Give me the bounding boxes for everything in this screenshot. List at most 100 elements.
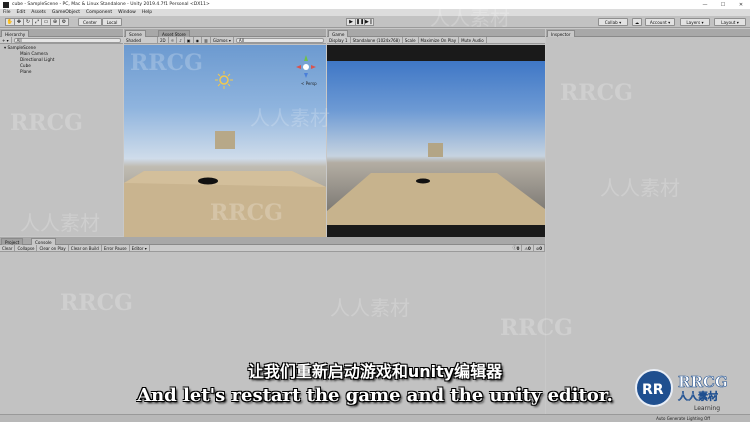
effects-toggle-icon[interactable]: ▣: [185, 36, 194, 44]
step-icon[interactable]: ▶❙: [364, 18, 374, 26]
tab-inspector[interactable]: Inspector: [547, 30, 575, 37]
2d-toggle[interactable]: 2D: [158, 36, 169, 44]
error-count: 0: [539, 245, 542, 251]
lighting-toggle-icon[interactable]: ☼: [169, 36, 178, 44]
layers-dropdown[interactable]: Layers ▾: [680, 18, 710, 26]
game-viewport[interactable]: [327, 45, 545, 241]
mute-audio-toggle[interactable]: Mute Audio: [459, 36, 487, 44]
console-warning-count[interactable]: ⚠ 0: [522, 244, 534, 252]
game-plane: [327, 173, 545, 225]
hierarchy-item-label: Cube: [20, 63, 31, 68]
shading-mode-dropdown[interactable]: Shaded: [124, 36, 158, 44]
logo-learning-text: Learning: [694, 405, 720, 412]
maximize-on-play-toggle[interactable]: Maximize On Play: [419, 36, 460, 44]
play-controls: ▶ ❚❚ ▶❙: [346, 18, 374, 26]
close-button[interactable]: ✕: [732, 0, 750, 9]
inspector-panel: Inspector: [546, 29, 750, 414]
console-error-count[interactable]: ⊘ 0: [534, 244, 545, 252]
game-cube: [428, 143, 443, 157]
menu-component[interactable]: Component: [86, 10, 112, 15]
game-cube-shadow: [416, 178, 430, 184]
account-label: Account ▾: [649, 19, 671, 25]
scene-gizmo-icon: [296, 55, 316, 78]
scene-render: < Persp: [124, 55, 326, 241]
warning-count: 0: [528, 245, 531, 251]
space-label: Local: [106, 19, 118, 25]
layout-label: Layout ▾: [721, 19, 739, 25]
hierarchy-item-cube[interactable]: Cube: [20, 63, 31, 68]
menu-bar: File Edit Assets GameObject Component Wi…: [0, 9, 750, 16]
inspector-tabstrip: Inspector: [546, 29, 750, 37]
scene-viewport[interactable]: < Persp: [124, 45, 326, 241]
hierarchy-tabstrip: Hierarchy: [0, 29, 123, 37]
window-title: cube - SampleScene - PC, Mac & Linux Sta…: [12, 2, 210, 7]
hierarchy-panel: Hierarchy + ▾ All ▾ SampleScene Main Cam…: [0, 29, 123, 236]
layout-dropdown[interactable]: Layout ▾: [714, 18, 746, 26]
pivot-toggle[interactable]: Center: [78, 18, 102, 26]
resolution-dropdown[interactable]: Standalone (1024x768): [351, 36, 403, 44]
logo-graphic: RR RRCG 人人素材 Learning: [635, 369, 728, 412]
hierarchy-create-button[interactable]: + ▾: [0, 36, 12, 44]
menu-window[interactable]: Window: [118, 10, 136, 15]
transform-tools: ✋ ✥ ↻ ⤢ ▭ ⊕ ⚙: [5, 18, 69, 26]
game-scene: [327, 143, 545, 225]
console-toolbar: Clear Collapse Clear on Play Clear on Bu…: [0, 244, 545, 252]
game-toolbar: Display 1 Standalone (1024x768) Scale Ma…: [327, 36, 545, 44]
layers-label: Layers ▾: [686, 19, 704, 25]
collab-button[interactable]: Collab ▾: [598, 18, 628, 26]
console-clear-button[interactable]: Clear: [0, 244, 16, 252]
scene-panel: Scene Asset Store Shaded 2D ☼ ♪ ▣ ◉ ▥ Gi…: [124, 29, 326, 241]
console-spacer: [150, 245, 511, 252]
hierarchy-item-plane[interactable]: Plane: [20, 69, 32, 74]
console-error-pause-button[interactable]: Error Pause: [102, 244, 130, 252]
scene-cube-shadow: [198, 177, 218, 185]
main-toolbar: ✋ ✥ ↻ ⤢ ▭ ⊕ ⚙ Center Local ▶ ❚❚ ▶❙ Colla…: [0, 16, 750, 28]
scene-name: SampleScene: [7, 45, 36, 50]
hierarchy-item-main-camera[interactable]: Main Camera: [20, 51, 48, 56]
minimize-button[interactable]: —: [696, 0, 714, 9]
hierarchy-search-input[interactable]: All: [13, 37, 121, 43]
logo-brand-text: RRCG: [678, 373, 728, 391]
hierarchy-searchbar: + ▾ All: [0, 36, 123, 44]
scene-camera-icon[interactable]: ▥: [202, 36, 211, 44]
title-bar: cube - SampleScene - PC, Mac & Linux Sta…: [0, 0, 750, 9]
svg-text:RR: RR: [642, 382, 664, 398]
unity-icon: [3, 1, 9, 8]
menu-assets[interactable]: Assets: [31, 10, 46, 15]
console-editor-dropdown[interactable]: Editor ▾: [130, 244, 150, 252]
window-controls: — ☐ ✕: [696, 0, 750, 9]
cloud-icon[interactable]: ☁: [632, 18, 642, 26]
menu-edit[interactable]: Edit: [17, 10, 26, 15]
sun-icon: [215, 71, 233, 89]
custom-tool-icon[interactable]: ⚙: [59, 18, 69, 26]
hierarchy-scene-row[interactable]: ▾ SampleScene: [4, 45, 36, 50]
hidden-objects-icon[interactable]: ◉: [194, 36, 203, 44]
console-clear-on-play-button[interactable]: Clear on Play: [37, 244, 69, 252]
menu-gameobject[interactable]: GameObject: [52, 10, 80, 15]
space-toggle[interactable]: Local: [102, 18, 122, 26]
game-panel: Game Display 1 Standalone (1024x768) Sca…: [327, 29, 545, 241]
account-dropdown[interactable]: Account ▾: [645, 18, 675, 26]
menu-file[interactable]: File: [3, 10, 11, 15]
hierarchy-item-label: Plane: [20, 69, 32, 74]
gizmos-dropdown[interactable]: Gizmos ▾: [211, 36, 234, 44]
console-collapse-button[interactable]: Collapse: [15, 244, 38, 252]
info-count: 0: [516, 245, 520, 251]
console-info-count[interactable]: ⓘ 0: [511, 244, 523, 252]
maximize-button[interactable]: ☐: [714, 0, 732, 9]
display-dropdown[interactable]: Display 1: [327, 36, 351, 44]
scene-toolbar: Shaded 2D ☼ ♪ ▣ ◉ ▥ Gizmos ▾ All: [124, 36, 326, 44]
menu-help[interactable]: Help: [142, 10, 152, 15]
brand-logo: RR RRCG 人人素材 Learning: [632, 366, 748, 414]
audio-toggle-icon[interactable]: ♪: [177, 36, 185, 44]
scale-slider[interactable]: Scale: [403, 36, 419, 44]
console-clear-on-build-button[interactable]: Clear on Build: [69, 244, 102, 252]
collab-label: Collab ▾: [604, 19, 622, 25]
game-render: [327, 61, 545, 225]
pivot-label: Center: [82, 19, 98, 25]
scene-search-input[interactable]: All: [235, 37, 324, 43]
persp-label[interactable]: < Persp: [301, 81, 317, 86]
hierarchy-item-directional-light[interactable]: Directional Light: [20, 57, 54, 62]
inspector-tab-label: Inspector: [551, 31, 571, 37]
hierarchy-item-label: Directional Light: [20, 57, 55, 62]
